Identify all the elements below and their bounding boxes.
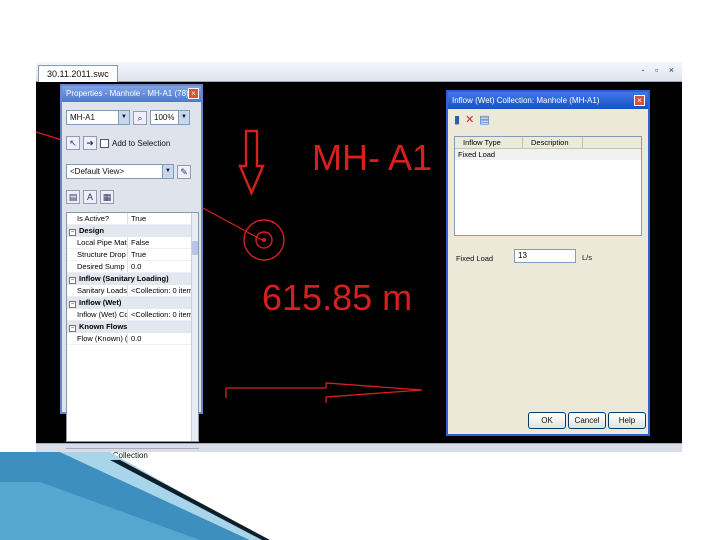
list-item[interactable]: Fixed Load	[455, 149, 641, 160]
property-category-label: Design	[79, 226, 105, 235]
property-row[interactable]: Flow (Known) (L/s)0.0	[67, 333, 198, 345]
report-icon[interactable]: ▤	[479, 114, 489, 126]
property-key: Structure Drop	[67, 249, 128, 260]
ok-button[interactable]: OK	[528, 412, 566, 429]
navigate-icon[interactable]: ➜	[83, 136, 97, 150]
property-category[interactable]: − Inflow (Sanitary Loading)	[67, 273, 198, 285]
property-value[interactable]: <Collection: 0 items>	[128, 285, 198, 296]
zoom-select[interactable]: 100% ▼	[150, 110, 190, 125]
property-value[interactable]: False	[128, 237, 198, 248]
element-row: MH-A1 ▼ ⌕ 100% ▼	[66, 110, 190, 125]
property-value[interactable]: 0.0	[128, 261, 198, 272]
cancel-button[interactable]: Cancel	[568, 412, 606, 429]
property-row[interactable]: Structure Drop True	[67, 249, 198, 261]
property-row[interactable]: Inflow (Wet) Collection<Collection: 0 it…	[67, 309, 198, 321]
properties-panel: Properties - Manhole - MH-A1 (78) × MH-A…	[60, 84, 203, 460]
zoom-select-value: 100%	[154, 113, 175, 122]
property-row[interactable]: Local Pipe MatchlineFalse	[67, 237, 198, 249]
property-key: Local Pipe Matchline	[67, 237, 128, 248]
leader-line	[35, 131, 63, 141]
list-item-description	[523, 149, 583, 160]
property-key: Flow (Known) (L/s)	[67, 333, 128, 344]
selection-row: ↖ ➜ Add to Selection	[66, 136, 170, 150]
collapse-icon[interactable]: −	[69, 229, 76, 236]
property-row[interactable]: Desired Sump Depth0.0	[67, 261, 198, 273]
manhole-node-icon[interactable]	[243, 219, 285, 261]
property-category[interactable]: − Inflow (Wet)	[67, 297, 198, 309]
sort-row: ▤ A ▦	[66, 190, 114, 204]
property-row[interactable]: Sanitary Loads <Collection: 0 items>	[67, 285, 198, 297]
delete-icon[interactable]: ✕	[465, 114, 474, 126]
element-select[interactable]: MH-A1 ▼	[66, 110, 130, 125]
properties-title-bar[interactable]: Properties - Manhole - MH-A1 (78) ×	[62, 86, 201, 102]
chevron-down-icon[interactable]: ▼	[118, 111, 129, 124]
new-item-icon[interactable]: ▮	[454, 114, 460, 126]
property-value[interactable]: True	[128, 213, 198, 224]
chevron-down-icon[interactable]: ▼	[178, 111, 189, 124]
collapse-icon[interactable]: −	[69, 277, 76, 284]
elevation-label: 615.85 m	[262, 277, 412, 318]
fixed-load-input[interactable]: 13	[514, 249, 576, 263]
property-category[interactable]: − Design	[67, 225, 198, 237]
view-select-value: <Default View>	[70, 167, 125, 176]
properties-title: Properties - Manhole - MH-A1 (78)	[66, 89, 189, 98]
add-to-selection-label: Add to Selection	[112, 138, 171, 148]
column-header-description[interactable]: Description	[523, 137, 583, 148]
dialog-title: Inflow (Wet) Collection: Manhole (MH-A1)	[452, 96, 600, 105]
list-header: Inflow Type Description	[455, 137, 641, 149]
property-category-label: Inflow (Wet)	[79, 298, 122, 307]
fixed-load-unit: L/s	[582, 253, 593, 262]
fixed-load-label: Fixed Load	[456, 254, 494, 263]
add-to-selection-checkbox[interactable]	[100, 138, 109, 148]
select-icon[interactable]: ↖	[66, 136, 80, 150]
property-value[interactable]: True	[128, 249, 198, 260]
property-key: Inflow (Wet) Collection	[67, 309, 128, 320]
property-grid-scrollbar[interactable]	[191, 213, 198, 441]
edit-view-icon[interactable]: ✎	[177, 164, 191, 179]
property-value[interactable]: <Collection: 0 items>	[128, 309, 198, 320]
chevron-down-icon[interactable]: ▼	[162, 165, 173, 178]
property-category-label: Known Flows	[79, 322, 128, 331]
flow-right-arrow	[225, 382, 423, 403]
close-icon[interactable]: ×	[634, 95, 645, 106]
element-select-value: MH-A1	[70, 113, 95, 122]
property-category[interactable]: − Known Flows	[67, 321, 198, 333]
property-key: Desired Sump Depth	[67, 261, 128, 272]
flow-down-arrow	[238, 129, 265, 197]
slide-decoration	[0, 452, 270, 540]
collapse-icon[interactable]: −	[69, 301, 76, 308]
column-header-type[interactable]: Inflow Type	[455, 137, 523, 148]
list-item-type: Fixed Load	[458, 150, 496, 159]
find-icon[interactable]: ⌕	[133, 110, 147, 125]
property-row[interactable]: Is Active? True	[67, 213, 198, 225]
collapse-icon[interactable]: −	[69, 325, 76, 332]
help-button[interactable]: Help	[608, 412, 646, 429]
property-category-label: Inflow (Sanitary Loading)	[79, 274, 169, 283]
property-grid[interactable]: Is Active?True−DesignLocal Pipe Matchlin…	[66, 212, 199, 442]
property-value[interactable]: 0.0	[128, 333, 198, 344]
node-label: MH- A1	[312, 137, 432, 178]
inflow-list[interactable]: Inflow Type Description Fixed Load	[454, 136, 642, 236]
categorized-icon[interactable]: ▤	[66, 190, 80, 204]
dialog-title-bar[interactable]: Inflow (Wet) Collection: Manhole (MH-A1)…	[448, 92, 648, 109]
scroll-thumb[interactable]	[192, 241, 198, 255]
close-icon[interactable]: ×	[188, 88, 199, 99]
inflow-dialog: Inflow (Wet) Collection: Manhole (MH-A1)…	[446, 90, 650, 436]
property-key: Is Active?	[67, 213, 128, 224]
view-select[interactable]: <Default View> ▼	[66, 164, 174, 179]
alphabetical-icon[interactable]: A	[83, 190, 97, 204]
property-key: Sanitary Loads	[67, 285, 128, 296]
view-row: <Default View> ▼ ✎	[66, 164, 191, 179]
dialog-toolbar: ▮ ✕ ▤	[454, 114, 490, 126]
pages-icon[interactable]: ▦	[100, 190, 114, 204]
